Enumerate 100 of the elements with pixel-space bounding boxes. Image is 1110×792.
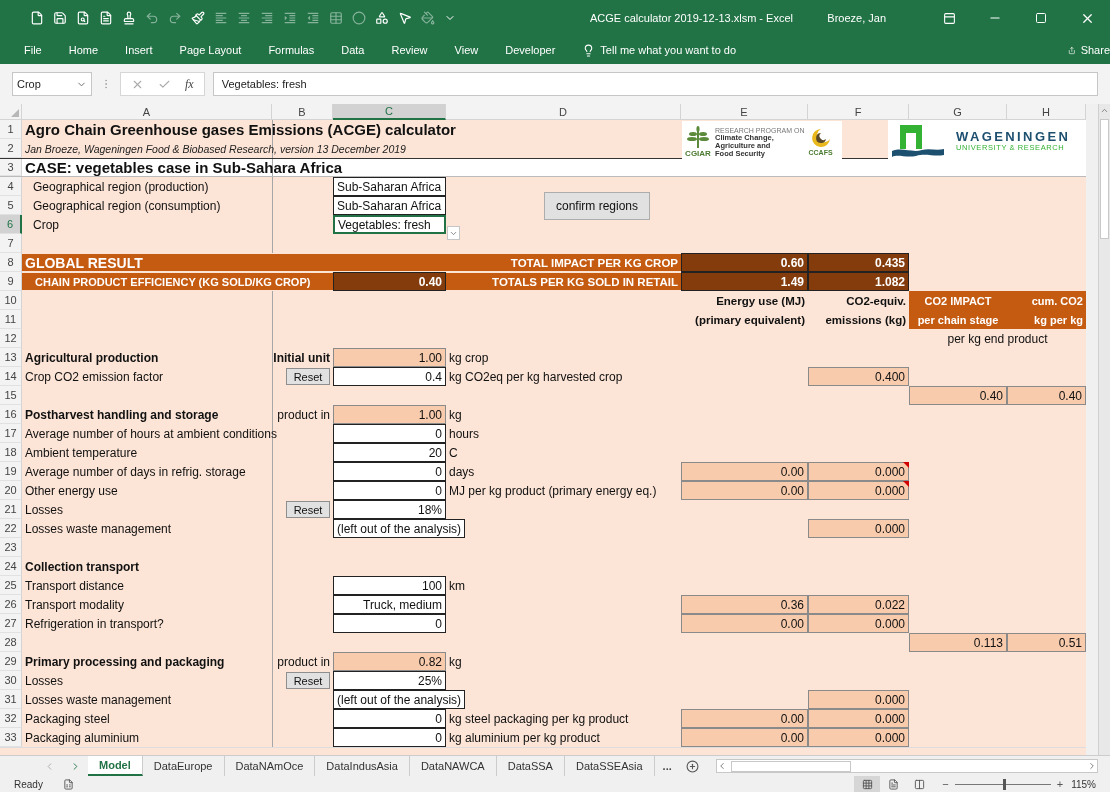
column-header[interactable]: G [909, 104, 1007, 120]
file-search-icon[interactable] [76, 11, 90, 25]
row-number[interactable]: 16 [0, 405, 22, 424]
input-field[interactable]: 18% [333, 500, 446, 519]
input-field[interactable]: 0 [333, 728, 446, 747]
row-number[interactable]: 25 [0, 576, 22, 595]
input-field[interactable]: Truck, medium [333, 595, 446, 614]
dropdown-field[interactable]: Sub-Saharan Africa [333, 196, 446, 215]
zoom-out-button[interactable]: − [942, 778, 949, 790]
indent-increase-icon[interactable] [283, 11, 297, 25]
ribbon-tab[interactable]: Insert [125, 44, 153, 56]
stamp-icon[interactable] [122, 11, 136, 25]
row-number[interactable]: 32 [0, 709, 22, 728]
vertical-scrollbar[interactable] [1098, 104, 1110, 755]
share-button[interactable]: Share [1068, 43, 1110, 57]
align-center-icon[interactable] [237, 11, 251, 25]
circle-icon[interactable] [352, 11, 366, 25]
row-number[interactable]: 5 [0, 196, 22, 215]
grid-view-icon[interactable] [854, 776, 881, 792]
name-box[interactable]: Crop [12, 72, 92, 96]
shapes-icon[interactable] [375, 11, 389, 25]
save-icon[interactable] [53, 11, 67, 25]
indent-decrease-icon[interactable] [306, 11, 320, 25]
align-left-icon[interactable] [214, 11, 228, 25]
scroll-thumb[interactable] [730, 760, 851, 772]
row-number[interactable]: 20 [0, 481, 22, 500]
table-icon[interactable] [329, 11, 343, 25]
row-number[interactable]: 28 [0, 633, 22, 652]
column-header[interactable]: C [333, 104, 446, 120]
input-field[interactable]: 0 [333, 462, 446, 481]
zoom-slider-thumb[interactable] [1002, 778, 1006, 790]
insert-function-button[interactable]: fx [185, 76, 194, 92]
row-number[interactable]: 12 [0, 329, 22, 348]
row-number[interactable]: 9 [0, 272, 22, 291]
pointer-icon[interactable] [398, 11, 412, 25]
row-number[interactable]: 10 [0, 291, 22, 310]
dropdown-field[interactable]: Sub-Saharan Africa [333, 177, 446, 196]
row-number[interactable]: 27 [0, 614, 22, 633]
scroll-thumb[interactable] [1100, 119, 1109, 239]
row-number[interactable]: 22 [0, 519, 22, 538]
more-sheets-button[interactable]: ... [654, 756, 680, 776]
input-field[interactable]: 0 [333, 424, 446, 443]
row-number[interactable]: 26 [0, 595, 22, 614]
undo-icon[interactable] [145, 11, 159, 25]
print-preview-icon[interactable] [99, 11, 113, 25]
input-field[interactable]: 0 [333, 709, 446, 728]
dropdown-field[interactable]: Vegetables: fresh [333, 215, 446, 234]
input-field[interactable]: 0 [333, 614, 446, 633]
input-field[interactable]: 0 [333, 481, 446, 500]
select-all-triangle-icon[interactable] [11, 109, 19, 117]
redo-icon[interactable] [168, 11, 182, 25]
column-header[interactable]: A [22, 104, 272, 120]
column-header[interactable]: B [272, 104, 333, 120]
ribbon-tab[interactable]: Developer [505, 44, 556, 56]
row-number[interactable]: 2 [0, 139, 22, 158]
input-field[interactable]: (left out of the analysis) [333, 519, 466, 538]
row-number[interactable]: 3 [0, 159, 22, 176]
reset-button[interactable]: Reset [286, 368, 330, 385]
input-field[interactable]: 0.4 [333, 367, 446, 386]
column-header[interactable]: D [446, 104, 681, 120]
row-number[interactable]: 21 [0, 500, 22, 519]
input-field[interactable]: 25% [333, 671, 446, 690]
input-field[interactable]: 100 [333, 576, 446, 595]
new-document-icon[interactable] [30, 11, 44, 25]
ribbon-tab[interactable]: Page Layout [179, 44, 242, 56]
tell-me-search[interactable]: Tell me what you want to do [582, 43, 737, 57]
input-field[interactable]: 20 [333, 443, 446, 462]
ribbon-tab[interactable]: View [454, 44, 479, 56]
ribbon-tab[interactable]: Data [341, 44, 365, 56]
align-right-icon[interactable] [260, 11, 274, 25]
row-number[interactable]: 7 [0, 234, 22, 253]
scroll-up-icon[interactable] [1100, 106, 1109, 115]
reset-button[interactable]: Reset [286, 672, 330, 689]
ribbon-tab[interactable]: Home [68, 44, 99, 56]
zoom-level[interactable]: 115% [1071, 778, 1096, 790]
ribbon-tab[interactable]: File [24, 44, 42, 56]
ribbon-tab[interactable]: Formulas [268, 44, 315, 56]
horizontal-scrollbar[interactable] [715, 759, 1098, 773]
paint-bucket-icon[interactable] [421, 11, 435, 25]
user-name[interactable]: Broeze, Jan [827, 12, 886, 24]
row-number[interactable]: 1 [0, 120, 22, 139]
row-number[interactable]: 14 [0, 367, 22, 386]
formula-field[interactable]: Vegetables: fresh [212, 72, 1098, 96]
input-field[interactable]: (left out of the analysis) [333, 690, 466, 709]
row-number[interactable]: 4 [0, 177, 22, 196]
row-number[interactable]: 31 [0, 690, 22, 709]
row-number[interactable]: 13 [0, 348, 22, 367]
row-number[interactable]: 6 [0, 215, 22, 234]
confirm-regions-button[interactable]: confirm regions [544, 192, 650, 220]
column-header[interactable]: H [1007, 104, 1086, 120]
row-number[interactable]: 24 [0, 557, 22, 576]
sheet-tab[interactable]: Model [88, 756, 143, 776]
row-number[interactable]: 30 [0, 671, 22, 690]
column-header[interactable]: F [808, 104, 909, 120]
row-number[interactable]: 17 [0, 424, 22, 443]
ribbon-tab[interactable]: Review [391, 44, 428, 56]
row-number[interactable]: 18 [0, 443, 22, 462]
row-number[interactable]: 29 [0, 652, 22, 671]
row-number[interactable]: 23 [0, 538, 22, 557]
spreadsheet-icon[interactable] [62, 778, 74, 790]
